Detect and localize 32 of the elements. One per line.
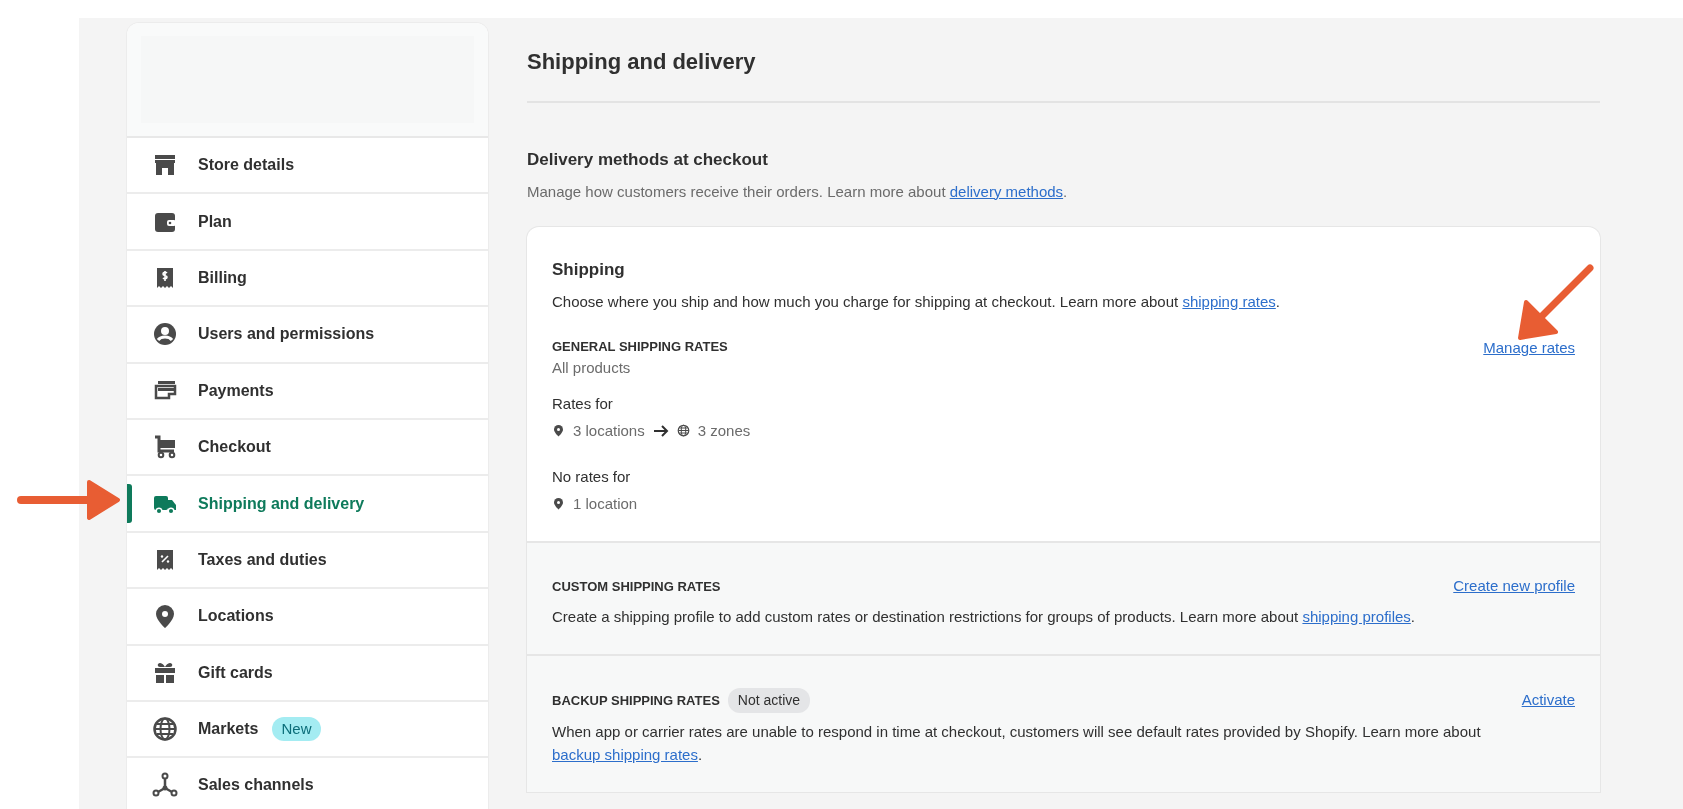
- network-icon: [152, 772, 178, 799]
- location-count: 1 location: [573, 493, 638, 514]
- section-label: GENERAL SHIPPING RATES: [552, 338, 728, 356]
- manage-rates-link[interactable]: Manage rates: [1483, 337, 1575, 360]
- link[interactable]: shipping rates: [1182, 292, 1276, 310]
- card-heading: Shipping: [552, 259, 626, 281]
- description-text: Create a shipping profile to add custom rates or destination restrictions for groups of products. Learn more about shipping profiles.: [552, 606, 1416, 627]
- cart-icon: [152, 434, 178, 461]
- globe-icon: [152, 716, 178, 743]
- field-label: No rates for: [552, 467, 632, 487]
- status-badge: Not active: [727, 688, 811, 713]
- description-text: Manage how customers receive their orders. Learn more about delivery methods.: [527, 181, 1069, 202]
- page-title: Shipping and delivery: [527, 49, 757, 76]
- link[interactable]: shipping profiles: [1302, 607, 1411, 625]
- globe-icon: [676, 424, 690, 438]
- location-pin-icon: [552, 424, 565, 438]
- link[interactable]: backup shipping rates: [552, 745, 698, 763]
- section-label: CUSTOM SHIPPING RATES: [552, 577, 721, 596]
- location-count: 3 locations: [573, 420, 645, 441]
- field-label: Rates for: [552, 394, 614, 414]
- subtitle-text: All products: [552, 357, 632, 378]
- arrow-icon: [652, 423, 669, 438]
- new-badge: New: [272, 716, 321, 742]
- section-label: BACKUP SHIPPING RATES: [552, 691, 720, 710]
- create-profile-link[interactable]: Create new profile: [1453, 575, 1575, 598]
- description-text: When app or carrier rates are unable to respond in time at checkout, customers will see default rates provided by Shopify. Learn more about backup shipping rates.: [552, 722, 1482, 765]
- location-count: 3 zones: [697, 420, 751, 441]
- description-text: Choose where you ship and how much you charge for shipping at checkout. Learn more about shipping rates.: [552, 291, 1281, 312]
- activate-link[interactable]: Activate: [1521, 689, 1575, 712]
- user-icon: [152, 321, 178, 348]
- location-pin-icon: [552, 497, 565, 511]
- section-heading: Delivery methods at checkout: [527, 149, 769, 171]
